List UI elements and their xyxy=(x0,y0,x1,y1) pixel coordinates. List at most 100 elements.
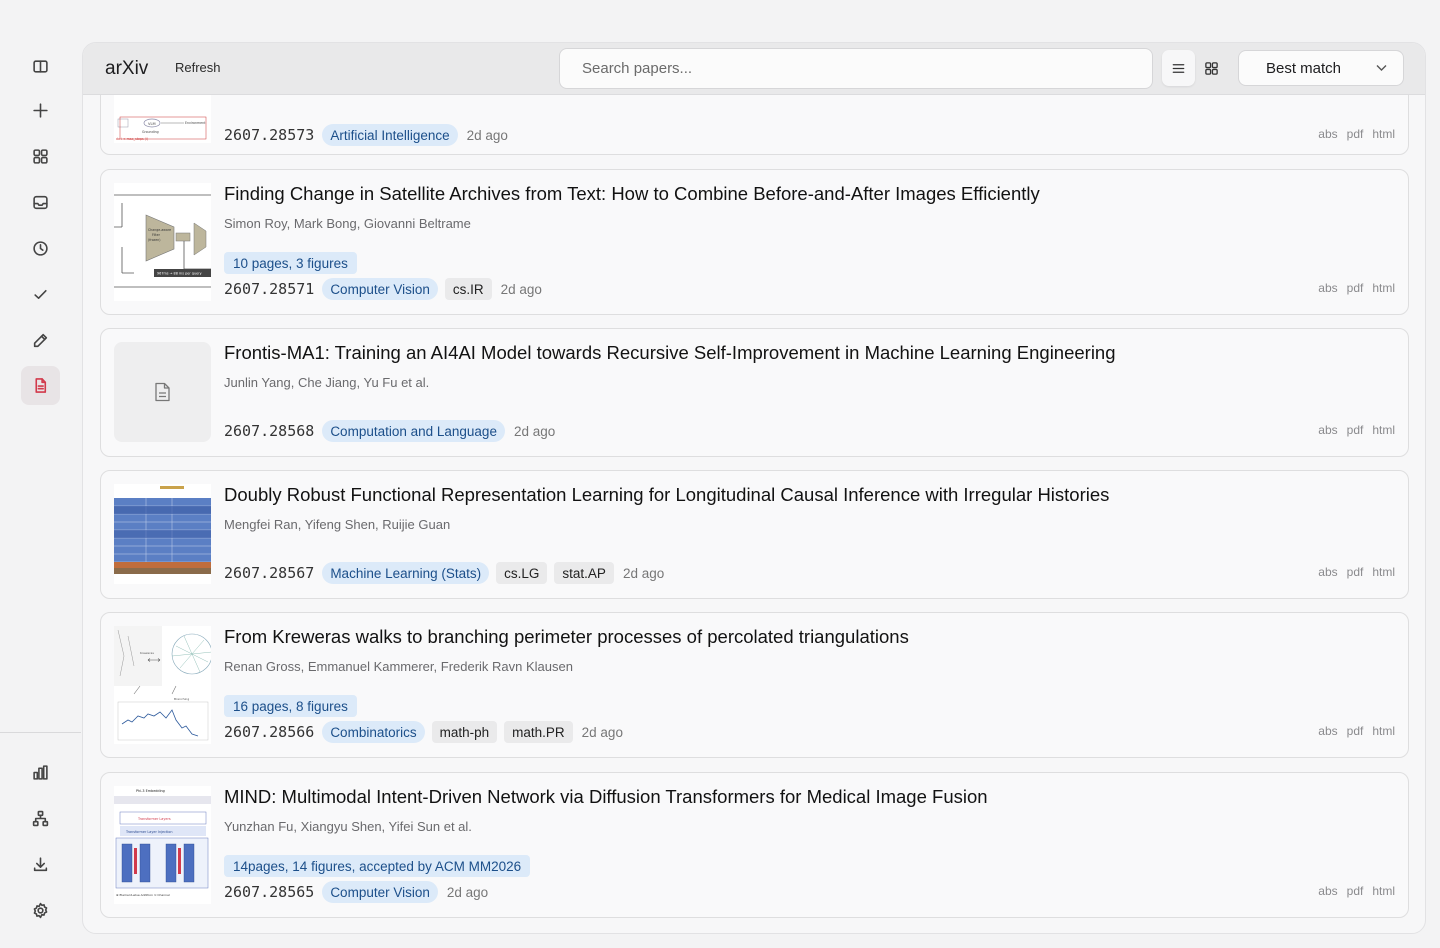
html-link[interactable]: html xyxy=(1372,884,1395,898)
primary-category-badge[interactable]: Artificial Intelligence xyxy=(322,124,458,146)
category-tag[interactable]: stat.AP xyxy=(554,562,614,584)
html-link[interactable]: html xyxy=(1372,127,1395,141)
primary-category-badge[interactable]: Computer Vision xyxy=(322,278,438,300)
paper-thumbnail: Change-aware Filter (frozen) 967ms → 88 … xyxy=(114,183,211,301)
paper-card[interactable]: Phi-3 Embedding Transformer Layers Trans… xyxy=(100,772,1409,918)
paper-card[interactable]: Kreweras Branching From Kreweras walks t… xyxy=(100,612,1409,758)
grid-view-icon xyxy=(1205,61,1218,75)
primary-category-badge[interactable]: Machine Learning (Stats) xyxy=(322,562,490,584)
paper-card[interactable]: Doubly Robust Functional Representation … xyxy=(100,470,1409,599)
paper-card[interactable]: VLM Environment Grounding do i < max_ste… xyxy=(100,95,1409,155)
abs-link[interactable]: abs xyxy=(1318,127,1337,141)
category-tag[interactable]: cs.IR xyxy=(444,278,492,300)
paper-authors: Simon Roy, Mark Bong, Giovanni Beltrame xyxy=(224,216,471,231)
settings-icon xyxy=(33,902,48,919)
list-view-button[interactable] xyxy=(1162,50,1195,86)
download-icon xyxy=(33,857,48,872)
sort-label: Best match xyxy=(1266,59,1342,77)
papers-button[interactable] xyxy=(21,366,60,405)
paper-comment-badge: 10 pages, 3 figures xyxy=(224,252,357,274)
primary-category-badge[interactable]: Combinatorics xyxy=(322,721,425,743)
paper-title[interactable]: Finding Change in Satellite Archives fro… xyxy=(224,183,1040,205)
paper-age: 2d ago xyxy=(581,724,623,740)
search-input[interactable] xyxy=(559,48,1153,89)
app-title: arXiv xyxy=(105,58,149,79)
category-tag[interactable]: cs.LG xyxy=(496,562,548,584)
paper-thumbnail: VLM Environment Grounding do i < max_ste… xyxy=(114,95,211,143)
downloads-button[interactable] xyxy=(21,845,60,884)
paper-title[interactable]: Frontis-MA1: Training an AI4AI Model tow… xyxy=(224,342,1116,364)
svg-text:967ms → 88 ms per query: 967ms → 88 ms per query xyxy=(157,272,202,276)
paper-age: 2d ago xyxy=(513,423,556,439)
settings-button[interactable] xyxy=(21,891,60,930)
network-icon xyxy=(32,810,49,827)
svg-text:(frozen): (frozen) xyxy=(148,238,160,242)
category-tag[interactable]: math.PR xyxy=(504,721,573,743)
paper-links: abs pdf html xyxy=(1318,127,1395,141)
html-link[interactable]: html xyxy=(1372,724,1395,738)
chevron-down-icon xyxy=(1376,65,1387,71)
sidebar-rail xyxy=(0,0,82,948)
svg-text:Grounding: Grounding xyxy=(142,130,159,134)
paper-meta: 2607.28568 Computation and Language 2d a… xyxy=(224,420,555,442)
svg-text:⊕ Element-wise Addition ⊙ Cha: ⊕ Element-wise Addition ⊙ Channel xyxy=(116,893,170,897)
grid-view-button[interactable] xyxy=(1195,50,1228,86)
pdf-link[interactable]: pdf xyxy=(1347,281,1364,295)
svg-text:Branching: Branching xyxy=(174,697,189,701)
graph-button[interactable] xyxy=(21,799,60,838)
paper-title[interactable]: Doubly Robust Functional Representation … xyxy=(224,484,1109,506)
category-tag[interactable]: math-ph xyxy=(431,721,498,743)
refresh-button[interactable]: Refresh xyxy=(175,60,221,75)
paper-links: abs pdf html xyxy=(1318,423,1395,437)
inbox-button[interactable] xyxy=(21,183,60,222)
panel-toggle-button[interactable] xyxy=(21,47,60,86)
inbox-icon xyxy=(33,195,48,210)
abs-link[interactable]: abs xyxy=(1318,423,1337,437)
primary-category-badge[interactable]: Computation and Language xyxy=(322,420,505,442)
paper-authors: Yunzhan Fu, Xiangyu Shen, Yifei Sun et a… xyxy=(224,819,472,834)
tasks-button[interactable] xyxy=(21,275,60,314)
paper-age: 2d ago xyxy=(622,565,665,581)
top-bar: arXiv Refresh Best match xyxy=(83,43,1425,95)
paper-meta: 2607.28565 Computer Vision 2d ago xyxy=(224,881,488,903)
paper-links: abs pdf html xyxy=(1318,565,1395,579)
svg-text:do i < max_steps (i): do i < max_steps (i) xyxy=(116,137,148,141)
rail-divider xyxy=(0,732,81,733)
main-panel: arXiv Refresh Best match VLM xyxy=(82,42,1426,934)
pdf-link[interactable]: pdf xyxy=(1347,565,1364,579)
pdf-link[interactable]: pdf xyxy=(1347,724,1364,738)
html-link[interactable]: html xyxy=(1372,423,1395,437)
abs-link[interactable]: abs xyxy=(1318,884,1337,898)
paper-thumbnail-placeholder xyxy=(114,342,211,442)
sort-select[interactable]: Best match xyxy=(1238,50,1404,86)
paper-age: 2d ago xyxy=(446,884,489,900)
html-link[interactable]: html xyxy=(1372,565,1395,579)
paper-id: 2607.28571 xyxy=(224,280,315,298)
svg-text:Change-aware: Change-aware xyxy=(148,228,171,232)
check-icon xyxy=(34,289,47,300)
paper-title[interactable]: From Kreweras walks to branching perimet… xyxy=(224,626,909,648)
apps-button[interactable] xyxy=(21,137,60,176)
history-button[interactable] xyxy=(21,229,60,268)
pdf-link[interactable]: pdf xyxy=(1347,423,1364,437)
primary-category-badge[interactable]: Computer Vision xyxy=(322,881,438,903)
edit-button[interactable] xyxy=(21,321,60,360)
abs-link[interactable]: abs xyxy=(1318,724,1337,738)
paper-list: VLM Environment Grounding do i < max_ste… xyxy=(83,95,1425,933)
abs-link[interactable]: abs xyxy=(1318,281,1337,295)
paper-card[interactable]: Change-aware Filter (frozen) 967ms → 88 … xyxy=(100,169,1409,315)
new-button[interactable] xyxy=(21,91,60,130)
svg-text:Phi-3 Embedding: Phi-3 Embedding xyxy=(136,789,165,793)
abs-link[interactable]: abs xyxy=(1318,565,1337,579)
pencil-icon xyxy=(33,333,48,348)
pdf-link[interactable]: pdf xyxy=(1347,127,1364,141)
document-icon xyxy=(155,382,170,402)
paper-meta: 2607.28566 Combinatorics math-ph math.PR… xyxy=(224,721,623,743)
pdf-link[interactable]: pdf xyxy=(1347,884,1364,898)
paper-card[interactable]: Frontis-MA1: Training an AI4AI Model tow… xyxy=(100,328,1409,457)
html-link[interactable]: html xyxy=(1372,281,1395,295)
paper-id: 2607.28567 xyxy=(224,564,315,582)
panel-icon xyxy=(33,60,48,73)
paper-title[interactable]: MIND: Multimodal Intent-Driven Network v… xyxy=(224,786,988,808)
stats-button[interactable] xyxy=(21,753,60,792)
